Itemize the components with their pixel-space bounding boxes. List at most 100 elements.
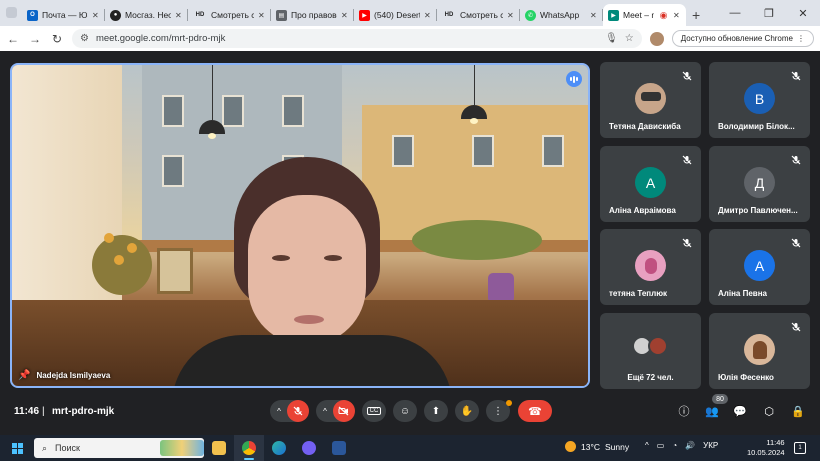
weather-widget[interactable]: 13°C Sunny (565, 441, 629, 452)
meeting-controls: 11:46 | mrt-pdro-mjk ^ ^ CC ☺ ⬆ ✋ ⋮ ☎ ⓘ … (0, 388, 820, 435)
chevron-up-icon[interactable]: ^ (277, 407, 281, 416)
main-speaker-name: Nadejda Ismilyaeva (36, 371, 111, 380)
taskbar-clock[interactable]: 11:46 10.05.2024 (747, 438, 785, 458)
reactions-button[interactable]: ☺ (393, 400, 417, 422)
back-icon[interactable]: ← (6, 32, 20, 46)
tab-outlook[interactable]: O Почта — ЮЭ ✕ (22, 4, 105, 26)
language-indicator[interactable]: УКР (703, 441, 718, 450)
restore-icon[interactable]: ❐ (752, 0, 786, 26)
mosgaz-icon: ● (110, 9, 121, 21)
tab-label: Почта — ЮЭ (42, 10, 88, 20)
bookmark-star-icon[interactable]: ☆ (625, 33, 634, 44)
participant-name: Тетяна Давискиба (609, 122, 681, 131)
close-icon[interactable]: ✕ (258, 11, 266, 20)
recording-icon: ◉ (659, 9, 668, 20)
new-tab-button[interactable]: + (692, 4, 700, 26)
outlook-icon: O (27, 9, 38, 21)
network-icon[interactable]: ◔ (672, 441, 677, 450)
taskbar-chrome[interactable] (234, 435, 264, 461)
close-icon[interactable]: ✕ (507, 11, 515, 20)
site-info-icon[interactable]: ⚙ (80, 33, 89, 44)
participant-tile[interactable]: А Аліна Певна (709, 229, 810, 305)
mic-off-icon (682, 152, 692, 165)
taskbar-edge[interactable] (264, 435, 294, 461)
mic-off-icon[interactable] (286, 400, 309, 422)
search-icon: ⌕ (42, 442, 48, 453)
captions-button[interactable]: CC (362, 400, 386, 422)
chevron-up-icon[interactable]: ^ (323, 407, 327, 416)
battery-icon[interactable]: ▭ (657, 441, 665, 450)
notifications-icon[interactable]: 1 (794, 442, 806, 454)
close-icon[interactable]: ✕ (673, 11, 681, 20)
participant-tile[interactable]: Тетяна Давискиба (600, 62, 701, 138)
tab-strip: O Почта — ЮЭ ✕ ● Мосгаз. Нео ✕ HD Смотре… (0, 0, 820, 26)
taskbar-search[interactable]: ⌕ Поиск (34, 438, 204, 458)
tab-label: Про правово (291, 10, 337, 20)
tab-whatsapp[interactable]: ✆ WhatsApp ✕ (520, 4, 603, 26)
close-icon[interactable]: ✕ (92, 11, 100, 20)
tab-document[interactable]: ▤ Про правово ✕ (271, 4, 354, 26)
browser-toolbar: ← → ↻ ⚙ meet.google.com/mrt-pdro-mjk 🎙 ☆… (0, 26, 820, 51)
people-icon[interactable]: 👥 (703, 402, 721, 420)
pin-icon[interactable]: 📌 (18, 370, 30, 381)
mic-button[interactable]: ^ (270, 400, 309, 422)
profile-avatar[interactable] (649, 31, 664, 46)
tab-youtube[interactable]: ▶ (540) Desert ✕ (354, 4, 437, 26)
tab-meet[interactable]: ▶ Meet – m ◉ ✕ (603, 4, 686, 26)
avatar: Д (744, 167, 775, 198)
tab-hd-1[interactable]: HD Смотреть се ✕ (188, 4, 271, 26)
participant-tile[interactable]: В Володимир Білок... (709, 62, 810, 138)
raise-hand-button[interactable]: ✋ (455, 400, 479, 422)
mic-icon[interactable]: 🎙 (605, 33, 618, 44)
search-label: Поиск (55, 443, 80, 453)
chevron-up-icon[interactable]: ^ (645, 441, 649, 450)
avatar: А (744, 250, 775, 281)
close-icon[interactable]: ✕ (175, 11, 183, 20)
mic-off-icon (791, 68, 801, 81)
tab-search-icon[interactable] (6, 7, 17, 18)
reload-icon[interactable]: ↻ (50, 32, 64, 46)
weather-temp: 13°C (581, 441, 600, 452)
meeting-code: mrt-pdro-mjk (52, 406, 115, 417)
participant-tile[interactable]: Д Дмитро Павлючен... (709, 146, 810, 222)
participant-tile[interactable]: тетяна Теплюк (600, 229, 701, 305)
hd-icon: HD (444, 12, 454, 18)
taskbar-viber[interactable] (294, 435, 324, 461)
address-bar[interactable]: ⚙ meet.google.com/mrt-pdro-mjk 🎙 ☆ (72, 29, 642, 48)
participant-tile[interactable]: Юлія Фесенко (709, 313, 810, 389)
close-icon[interactable]: ✕ (590, 11, 598, 20)
taskbar-word[interactable] (324, 435, 354, 461)
participant-tile[interactable]: А Аліна Авраімова (600, 146, 701, 222)
menu-dots-icon: ⋮ (797, 34, 805, 43)
minimize-icon[interactable]: — (718, 0, 752, 26)
volume-icon[interactable]: 🔊 (685, 441, 695, 450)
activities-icon[interactable]: ⬡ (760, 402, 778, 420)
taskbar-file-explorer[interactable] (204, 435, 234, 461)
close-icon[interactable]: ✕ (341, 11, 349, 20)
tab-label: Смотреть се (211, 10, 254, 20)
camera-off-icon[interactable] (332, 400, 355, 422)
meeting-time: 11:46 (14, 406, 40, 417)
avatar: А (635, 167, 666, 198)
host-controls-icon[interactable]: 🔒 (789, 402, 807, 420)
main-speaker-tile[interactable]: 📌 Nadejda Ismilyaeva (10, 63, 590, 388)
tab-hd-2[interactable]: HD Смотреть се ✕ (437, 4, 520, 26)
more-avatars (632, 336, 670, 356)
meet-stage: 📌 Nadejda Ismilyaeva Тетяна Давискиба В … (0, 51, 820, 435)
forward-icon[interactable]: → (28, 32, 42, 46)
more-participants-tile[interactable]: Ещё 72 чел. (600, 313, 701, 389)
leave-call-button[interactable]: ☎ (518, 400, 552, 422)
hand-icon: ✋ (460, 405, 474, 417)
start-button[interactable] (0, 435, 34, 461)
chrome-update-button[interactable]: Доступно обновление Chrome ⋮ (671, 30, 814, 47)
windows-taskbar: ⌕ Поиск 13°C Sunny ^ ▭ ◔ 🔊 УКР 11:46 10.… (0, 435, 820, 461)
meeting-info-icon[interactable]: ⓘ (675, 402, 693, 420)
close-window-icon[interactable]: ✕ (786, 0, 820, 26)
present-button[interactable]: ⬆ (424, 400, 448, 422)
youtube-icon: ▶ (359, 9, 370, 21)
tab-mosgaz[interactable]: ● Мосгаз. Нео ✕ (105, 4, 188, 26)
captions-icon: CC (366, 407, 382, 415)
close-icon[interactable]: ✕ (424, 11, 432, 20)
camera-button[interactable]: ^ (316, 400, 355, 422)
chat-icon[interactable]: 💬 (731, 402, 749, 420)
